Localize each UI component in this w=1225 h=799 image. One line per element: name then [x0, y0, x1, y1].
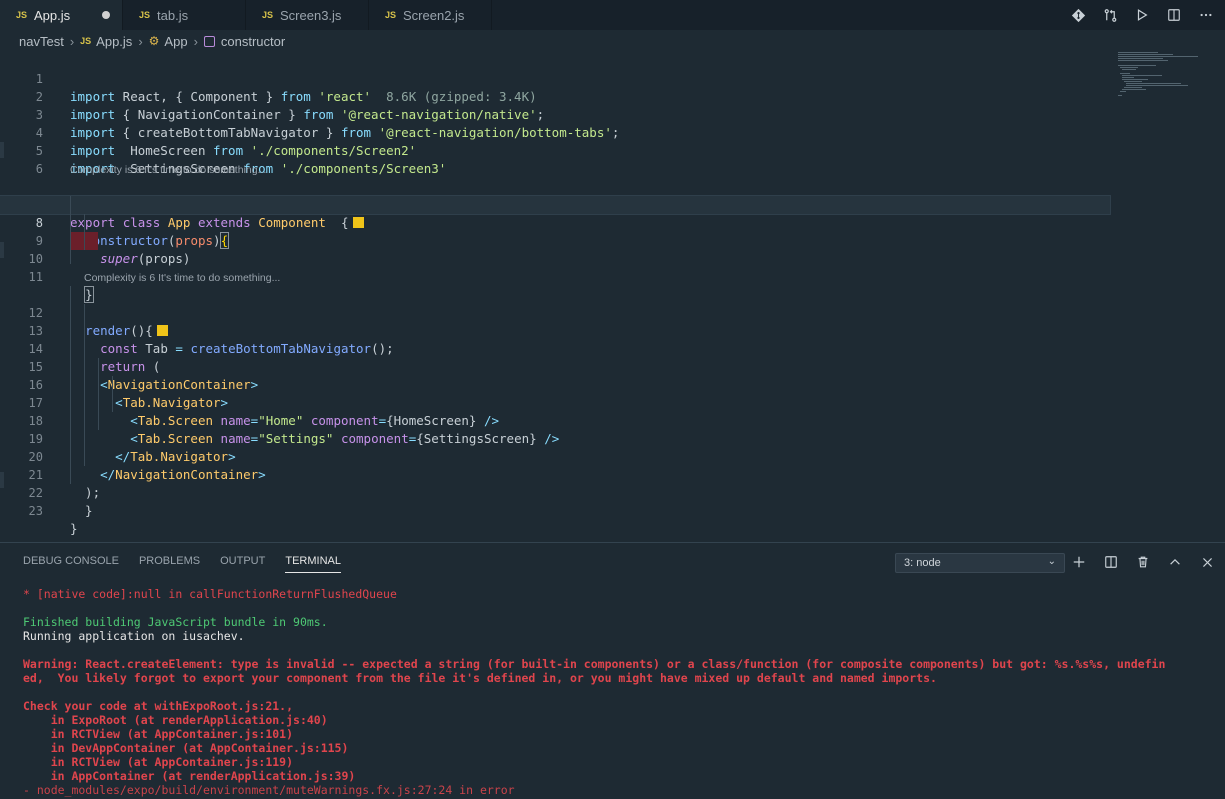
close-icon[interactable]: [1197, 552, 1217, 572]
breadcrumb-class[interactable]: App: [164, 34, 187, 49]
bottom-panel: DEBUG CONSOLE PROBLEMS OUTPUT TERMINAL 3…: [0, 542, 1225, 799]
terminal-line: in ExpoRoot (at renderApplication.js:40): [23, 713, 328, 727]
breadcrumb-file[interactable]: App.js: [96, 34, 132, 49]
code-line: 12 render(){: [0, 286, 1110, 338]
trash-icon[interactable]: [1133, 552, 1153, 572]
terminal-line: Running application on iusachev.: [23, 629, 245, 643]
method-symbol-icon: [203, 35, 215, 47]
new-terminal-icon[interactable]: [1069, 552, 1089, 572]
terminal-line: in RCTView (at AppContainer.js:119): [23, 755, 294, 769]
code-line: 16 <Tab.Navigator>: [28, 378, 229, 410]
run-icon[interactable]: [1133, 6, 1151, 24]
code-line: 9 super(props): [35, 234, 191, 266]
code-line: 2 import { NavigationContainer } from '@…: [35, 90, 545, 122]
tab-label: Screen2.js: [403, 7, 465, 23]
code-line: 13 const Tab = createBottomTabNavigator(…: [28, 324, 394, 356]
code-line: 15 <NavigationContainer>: [28, 360, 259, 392]
tab-terminal[interactable]: TERMINAL: [285, 555, 341, 573]
unsaved-dot-icon[interactable]: [102, 11, 110, 19]
minimap[interactable]: [1116, 52, 1216, 112]
js-file-icon: JS: [80, 36, 92, 46]
tab-label: tab.js: [157, 7, 189, 23]
terminal-line: in RCTView (at AppContainer.js:101): [23, 727, 294, 741]
code-line: 22 }: [28, 486, 93, 518]
split-terminal-icon[interactable]: [1101, 552, 1121, 572]
code-line: 20 </NavigationContainer>: [28, 450, 266, 482]
code-line: 6: [35, 162, 43, 176]
indent-guide: [70, 286, 71, 484]
tab-problems[interactable]: PROBLEMS: [139, 555, 200, 573]
code-line: 14 return (: [28, 342, 161, 374]
git-icon[interactable]: [1069, 6, 1087, 24]
tab-label: App.js: [34, 7, 71, 23]
js-file-icon: JS: [385, 10, 397, 20]
code-line: 3 import { createBottomTabNavigator } fr…: [35, 108, 620, 140]
code-line: 21 );: [28, 468, 101, 500]
code-line: 7 export class App extends Component {: [0, 178, 1110, 230]
terminal-line: ed, You likely forgot to export your com…: [23, 671, 937, 685]
js-file-icon: JS: [262, 10, 274, 20]
indent-guide: [112, 376, 113, 412]
code-line: 19 </Tab.Navigator>: [28, 432, 236, 464]
code-line: 5 import SettingsScreen from './componen…: [35, 144, 447, 176]
editor-tab-bar: JS App.js JS tab.js JS Screen3.js JS Scr…: [0, 0, 1225, 30]
tab-tab-js[interactable]: JS tab.js: [123, 0, 246, 30]
terminal-line: Warning: React.createElement: type is in…: [23, 657, 1166, 671]
chevron-down-icon: ⌄: [1047, 556, 1056, 567]
chevron-right-icon: ›: [69, 33, 75, 49]
code-line: 10: [28, 252, 43, 266]
indent-guide: [70, 196, 71, 264]
indent-guide: [84, 304, 85, 466]
code-editor[interactable]: 1 import React, { Component } from 'reac…: [0, 52, 1225, 542]
code-line: 17 <Tab.Screen name="Home" component={Ho…: [28, 396, 500, 428]
compare-changes-icon[interactable]: [1101, 6, 1119, 24]
chevron-right-icon: ›: [193, 33, 198, 49]
breadcrumb: navTest › JS App.js › ⚙ App › constructo…: [0, 30, 1225, 52]
tab-debug-console[interactable]: DEBUG CONSOLE: [23, 555, 119, 573]
editor-actions: [1069, 0, 1215, 30]
terminal-line: Finished building JavaScript bundle in 9…: [23, 615, 328, 629]
terminal-line: Check your code at withExpoRoot.js:21.,: [23, 699, 294, 713]
breadcrumb-method[interactable]: constructor: [221, 34, 285, 49]
maximize-panel-icon[interactable]: [1165, 552, 1185, 572]
split-editor-icon[interactable]: [1165, 6, 1183, 24]
more-actions-icon[interactable]: [1197, 6, 1215, 24]
complexity-codelens[interactable]: Complexity is 6 It's time to do somethin…: [84, 272, 280, 284]
code-line: 18 <Tab.Screen name="Settings" component…: [28, 414, 560, 446]
tab-screen2-js[interactable]: JS Screen2.js: [369, 0, 492, 30]
chevron-right-icon: ›: [138, 33, 143, 49]
code-line-current: 8 constructor(props){: [0, 195, 1111, 249]
tab-app-js[interactable]: JS App.js: [0, 0, 123, 30]
terminal-line: in DevAppContainer (at AppContainer.js:1…: [23, 741, 349, 755]
complexity-codelens[interactable]: Complexity is 6 It's time to do somethin…: [70, 164, 266, 176]
indent-guide: [84, 214, 85, 250]
code-line: 23 }: [28, 504, 78, 536]
tab-label: Screen3.js: [280, 7, 342, 23]
tab-screen3-js[interactable]: JS Screen3.js: [246, 0, 369, 30]
terminal-select[interactable]: 3: node ⌄: [895, 553, 1065, 573]
js-file-icon: JS: [139, 10, 151, 20]
js-file-icon: JS: [16, 10, 28, 20]
terminal-line: - node_modules/expo/build/environment/mu…: [23, 783, 515, 797]
indent-guide: [98, 358, 99, 430]
terminal-select-value: 3: node: [904, 557, 941, 569]
panel-tabs: DEBUG CONSOLE PROBLEMS OUTPUT TERMINAL: [23, 555, 341, 573]
tab-output[interactable]: OUTPUT: [220, 555, 265, 573]
panel-actions: [1069, 552, 1217, 572]
code-line: 11 }: [28, 270, 94, 303]
code-line: 1 import React, { Component } from 'reac…: [35, 72, 537, 104]
terminal-line: in AppContainer (at renderApplication.js…: [23, 769, 356, 783]
class-symbol-icon: ⚙: [148, 34, 160, 48]
terminal-line: * [native code]:null in callFunctionRetu…: [23, 587, 397, 601]
code-line: 4 import HomeScreen from './components/S…: [35, 126, 417, 158]
breadcrumb-folder[interactable]: navTest: [19, 34, 64, 49]
